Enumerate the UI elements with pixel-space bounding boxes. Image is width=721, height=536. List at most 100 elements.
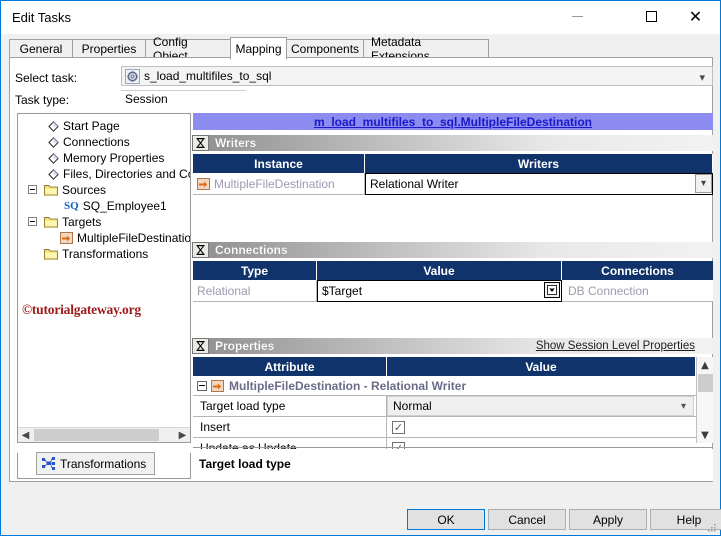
select-task-label: Select task: <box>15 71 77 85</box>
connections-row-type: Relational <box>193 280 317 302</box>
tree-item-label: Start Page <box>63 119 120 133</box>
tree-expander-sources[interactable] <box>28 185 37 194</box>
tree-item-label: Memory Properties <box>63 151 164 165</box>
collapse-icon[interactable] <box>192 338 209 354</box>
chevron-down-icon[interactable]: ▾ <box>695 174 712 193</box>
diamond-icon <box>48 153 59 164</box>
properties-column-value: Value <box>387 357 696 376</box>
apply-button[interactable]: Apply <box>569 509 647 530</box>
diamond-icon <box>48 169 59 180</box>
tree-item-label: Files, Directories and Com <box>63 167 191 181</box>
properties-vertical-scrollbar[interactable]: ▲ ▼ <box>696 357 713 443</box>
scrollbar-thumb[interactable] <box>34 429 159 441</box>
tab-config-object[interactable]: Config Object <box>145 39 231 58</box>
tab-transformations[interactable]: Transformations <box>36 452 155 475</box>
target-icon <box>60 232 73 244</box>
connections-column-type: Type <box>193 261 317 280</box>
close-icon: ✕ <box>689 9 702 25</box>
tab-transformations-label: Transformations <box>60 457 146 471</box>
chevron-up-icon[interactable]: ▲ <box>697 357 713 373</box>
mapping-header-title: m_load_multifiles_to_sql.MultipleFileDes… <box>193 113 713 130</box>
maximize-button[interactable] <box>629 1 674 32</box>
select-task-combobox[interactable]: s_load_multifiles_to_sql ▾ <box>121 66 713 86</box>
source-qualifier-icon: SQ <box>64 200 79 212</box>
tree-horizontal-scrollbar[interactable]: ◀ ▶ <box>18 427 190 442</box>
tree-item-transformations[interactable]: Transformations <box>44 246 148 262</box>
connections-section-bar: Connections <box>193 242 713 258</box>
tree-item-targets[interactable]: Targets <box>44 214 101 230</box>
tab-general[interactable]: General <box>9 39 73 58</box>
chevron-left-icon[interactable]: ◀ <box>18 428 33 442</box>
writers-section-bar: Writers <box>193 135 713 151</box>
session-gear-icon <box>125 69 140 84</box>
tree-item-label: SQ_Employee1 <box>83 199 167 213</box>
insert-checkbox[interactable]: ✓ <box>392 421 405 434</box>
collapse-icon[interactable] <box>192 135 209 151</box>
transformations-icon <box>42 457 56 470</box>
select-task-value: s_load_multifiles_to_sql <box>144 69 271 83</box>
edit-tasks-window: Edit Tasks ✕ General Properties Config O… <box>0 0 721 536</box>
folder-icon <box>44 248 58 260</box>
connections-column-value: Value <box>317 261 562 280</box>
connections-row-value-field[interactable]: $Target <box>317 280 562 302</box>
tree-item-sources[interactable]: Sources <box>44 182 106 198</box>
properties-column-attribute: Attribute <box>193 357 387 376</box>
chevron-down-icon[interactable]: ▾ <box>681 401 686 412</box>
tab-bar: General Properties Config Object Mapping… <box>9 37 713 58</box>
show-session-level-properties-link[interactable]: Show Session Level Properties <box>536 340 695 352</box>
properties-row-attribute: Target load type <box>193 396 387 416</box>
chevron-down-icon[interactable]: ▼ <box>697 427 713 443</box>
writers-column-instance: Instance <box>193 154 365 173</box>
tree-item-multiplefiledestination[interactable]: MultipleFileDestination <box>60 230 191 246</box>
folder-icon <box>44 184 58 196</box>
maximize-icon <box>646 11 657 22</box>
writers-row-writer-combobox[interactable]: Relational Writer ▾ <box>365 173 713 195</box>
bottom-tab-container: Transformations <box>17 453 191 479</box>
connections-row-value-text: $Target <box>322 284 362 298</box>
tab-metadata-extensions[interactable]: Metadata Extensions <box>363 39 489 58</box>
writers-row-instance: MultipleFileDestination <box>193 173 365 195</box>
description-divider <box>193 447 713 448</box>
connections-section-title: Connections <box>215 243 288 257</box>
task-tree-panel[interactable]: Start Page Connections Memory Properties… <box>17 113 191 443</box>
dropdown-browse-icon[interactable] <box>544 282 560 298</box>
writers-row-writer-value: Relational Writer <box>370 177 458 191</box>
tree-item-memory-properties[interactable]: Memory Properties <box>48 150 164 166</box>
minimize-button[interactable] <box>555 1 600 32</box>
minus-icon[interactable] <box>197 381 207 391</box>
properties-section-title: Properties <box>215 339 274 353</box>
cancel-button[interactable]: Cancel <box>488 509 566 530</box>
tab-mapping[interactable]: Mapping <box>230 37 287 60</box>
tab-components[interactable]: Components <box>286 39 364 58</box>
properties-section-bar: Properties Show Session Level Properties <box>193 338 713 354</box>
window-title: Edit Tasks <box>12 10 71 25</box>
description-title: Target load type <box>199 457 291 471</box>
chevron-down-icon[interactable]: ▾ <box>699 71 705 84</box>
properties-row-insert[interactable]: Insert ✓ <box>193 417 696 438</box>
collapse-icon[interactable] <box>192 242 209 258</box>
ok-button[interactable]: OK <box>407 509 485 530</box>
folder-icon <box>44 216 58 228</box>
properties-row-value: ✓ <box>387 417 696 437</box>
minimize-icon <box>572 16 583 17</box>
target-icon <box>211 380 224 392</box>
connections-row-connection: DB Connection <box>562 280 713 302</box>
tree-item-files-directories[interactable]: Files, Directories and Com <box>48 166 191 182</box>
properties-group-row[interactable]: MultipleFileDestination - Relational Wri… <box>193 376 696 396</box>
resize-grip-icon[interactable] <box>707 523 717 533</box>
target-load-type-select[interactable]: Normal ▾ <box>387 396 694 416</box>
tree-item-sq-employee1[interactable]: SQ SQ_Employee1 <box>64 198 167 214</box>
tree-expander-targets[interactable] <box>28 217 37 226</box>
close-button[interactable]: ✕ <box>673 1 718 32</box>
target-load-type-value: Normal <box>393 399 432 413</box>
tree-item-start-page[interactable]: Start Page <box>48 118 120 134</box>
tab-properties[interactable]: Properties <box>72 39 146 58</box>
watermark-text: ©tutorialgateway.org <box>22 302 141 318</box>
mapping-detail-area: m_load_multifiles_to_sql.MultipleFileDes… <box>193 113 713 443</box>
tree-item-label: Sources <box>62 183 106 197</box>
tree-item-connections[interactable]: Connections <box>48 134 130 150</box>
properties-row-target-load-type[interactable]: Target load type Normal ▾ <box>193 396 696 417</box>
scrollbar-thumb[interactable] <box>698 374 713 392</box>
tree-item-label: Connections <box>63 135 130 149</box>
chevron-right-icon[interactable]: ▶ <box>175 428 190 442</box>
